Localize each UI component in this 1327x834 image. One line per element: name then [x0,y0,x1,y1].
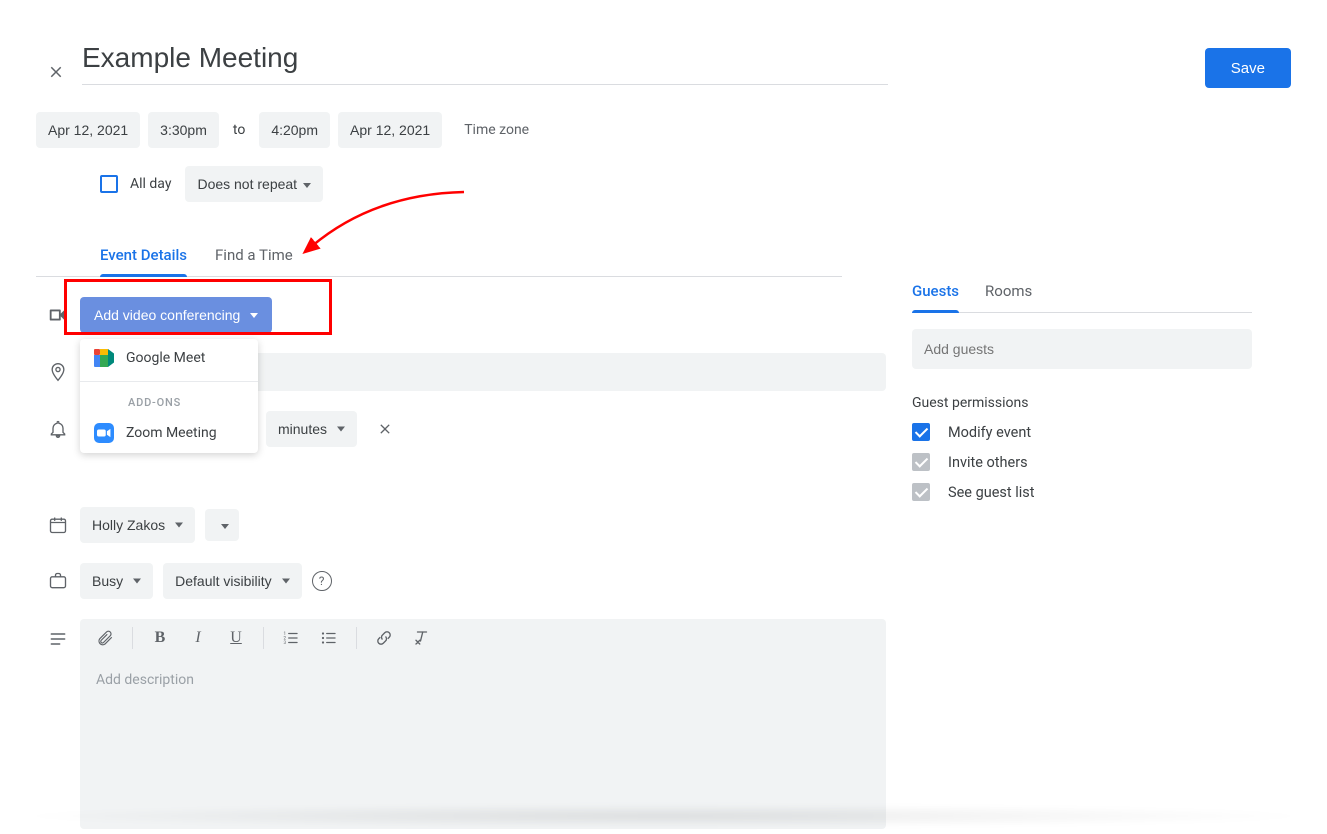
visibility-help-button[interactable]: ? [312,571,332,591]
briefcase-icon [36,571,80,591]
event-title-input[interactable] [82,38,1165,84]
invite-others-checkbox[interactable] [912,453,930,471]
see-guest-list-checkbox[interactable] [912,483,930,501]
all-day-checkbox[interactable] [100,175,118,193]
guest-permissions-heading: Guest permissions [912,395,1252,411]
all-day-label: All day [130,176,171,192]
addons-heading: ADD-ONS [80,386,258,413]
bulleted-list-button[interactable] [318,627,340,649]
zoom-icon [94,423,114,443]
invite-others-label: Invite others [948,454,1028,471]
modify-event-label: Modify event [948,424,1031,441]
timezone-link[interactable]: Time zone [464,122,529,138]
see-guest-list-label: See guest list [948,484,1035,501]
to-label: to [227,122,251,138]
end-time-chip[interactable]: 4:20pm [259,112,330,148]
calendar-icon [36,515,80,535]
menu-item-zoom[interactable]: Zoom Meeting [80,413,258,453]
add-guests-input[interactable] [912,329,1252,369]
notification-unit-dropdown[interactable]: minutes [266,411,357,447]
event-color-picker[interactable] [205,509,239,541]
start-time-chip[interactable]: 3:30pm [148,112,219,148]
remove-notification-button[interactable] [367,411,403,447]
description-input[interactable]: Add description [80,658,886,702]
chevron-down-icon [250,313,258,318]
tab-event-details[interactable]: Event Details [100,246,187,276]
tab-rooms[interactable]: Rooms [985,282,1032,312]
attach-file-button[interactable] [94,627,116,649]
end-date-chip[interactable]: Apr 12, 2021 [338,112,442,148]
menu-item-google-meet[interactable]: Google Meet [80,339,258,377]
location-icon [36,362,80,382]
google-meet-label: Google Meet [126,350,205,366]
calendar-owner-dropdown[interactable]: Holly Zakos [80,507,195,543]
clear-formatting-button[interactable] [411,627,433,649]
add-video-conferencing-button[interactable]: Add video conferencing [80,297,272,333]
availability-dropdown[interactable]: Busy [80,563,153,599]
italic-button[interactable]: I [187,627,209,649]
recurrence-dropdown[interactable]: Does not repeat [185,166,323,202]
google-meet-icon [94,349,114,367]
numbered-list-button[interactable]: 123 [280,627,302,649]
video-icon [36,304,80,326]
recurrence-label: Does not repeat [197,176,297,192]
tab-guests[interactable]: Guests [912,282,959,312]
bold-button[interactable]: B [149,627,171,649]
underline-button[interactable]: U [225,627,247,649]
tab-find-time[interactable]: Find a Time [215,246,293,276]
description-icon [36,619,80,649]
notification-icon [36,419,80,439]
insert-link-button[interactable] [373,627,395,649]
visibility-dropdown[interactable]: Default visibility [163,563,301,599]
modify-event-checkbox[interactable] [912,423,930,441]
save-button[interactable]: Save [1205,48,1291,88]
video-conferencing-menu: Google Meet ADD-ONS Zoom Meeting [80,339,258,453]
svg-text:3: 3 [284,640,287,646]
video-button-label: Add video conferencing [94,307,240,323]
start-date-chip[interactable]: Apr 12, 2021 [36,112,140,148]
close-button[interactable] [36,52,76,92]
zoom-label: Zoom Meeting [126,425,217,441]
